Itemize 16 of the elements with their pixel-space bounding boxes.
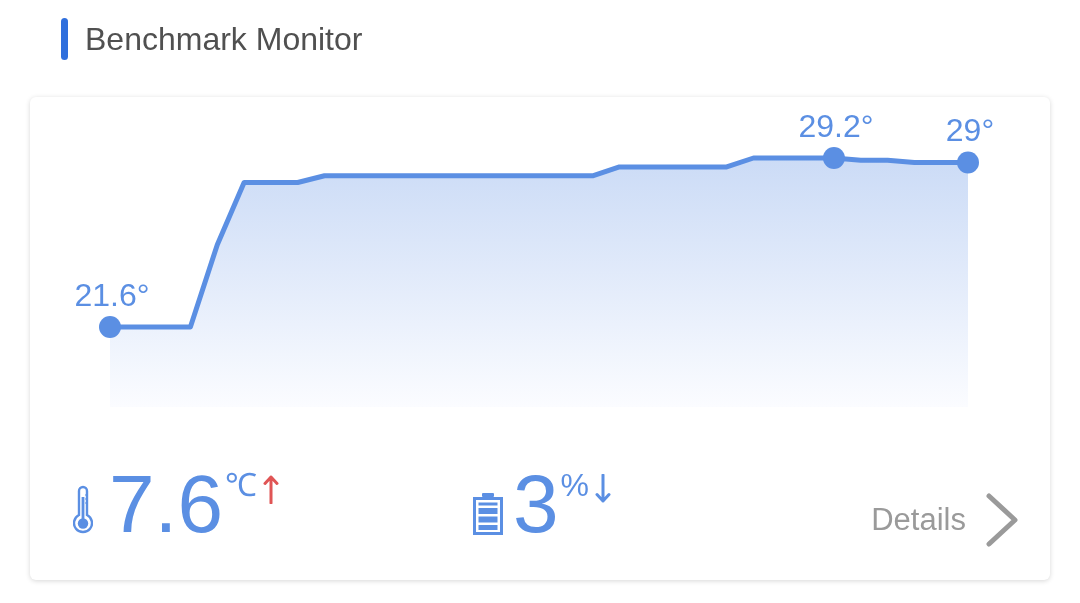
thermometer-icon bbox=[73, 485, 93, 535]
title-accent-bar bbox=[61, 18, 68, 60]
data-point bbox=[822, 147, 845, 169]
stat-value: 3 bbox=[513, 462, 559, 546]
stat-value: 7.6 bbox=[109, 462, 223, 546]
point-label: 29° bbox=[945, 112, 995, 149]
unit-label: ℃ bbox=[225, 468, 257, 502]
chevron-right-icon bbox=[984, 492, 1020, 548]
page-title: Benchmark Monitor bbox=[85, 20, 363, 59]
unit-label: % bbox=[560, 468, 590, 502]
battery-icon bbox=[473, 493, 503, 535]
point-label: 21.6° bbox=[74, 276, 150, 313]
data-point bbox=[99, 315, 121, 338]
data-point bbox=[957, 151, 979, 174]
details-link[interactable]: Details bbox=[871, 492, 1020, 548]
point-label: 29.2° bbox=[798, 108, 874, 144]
